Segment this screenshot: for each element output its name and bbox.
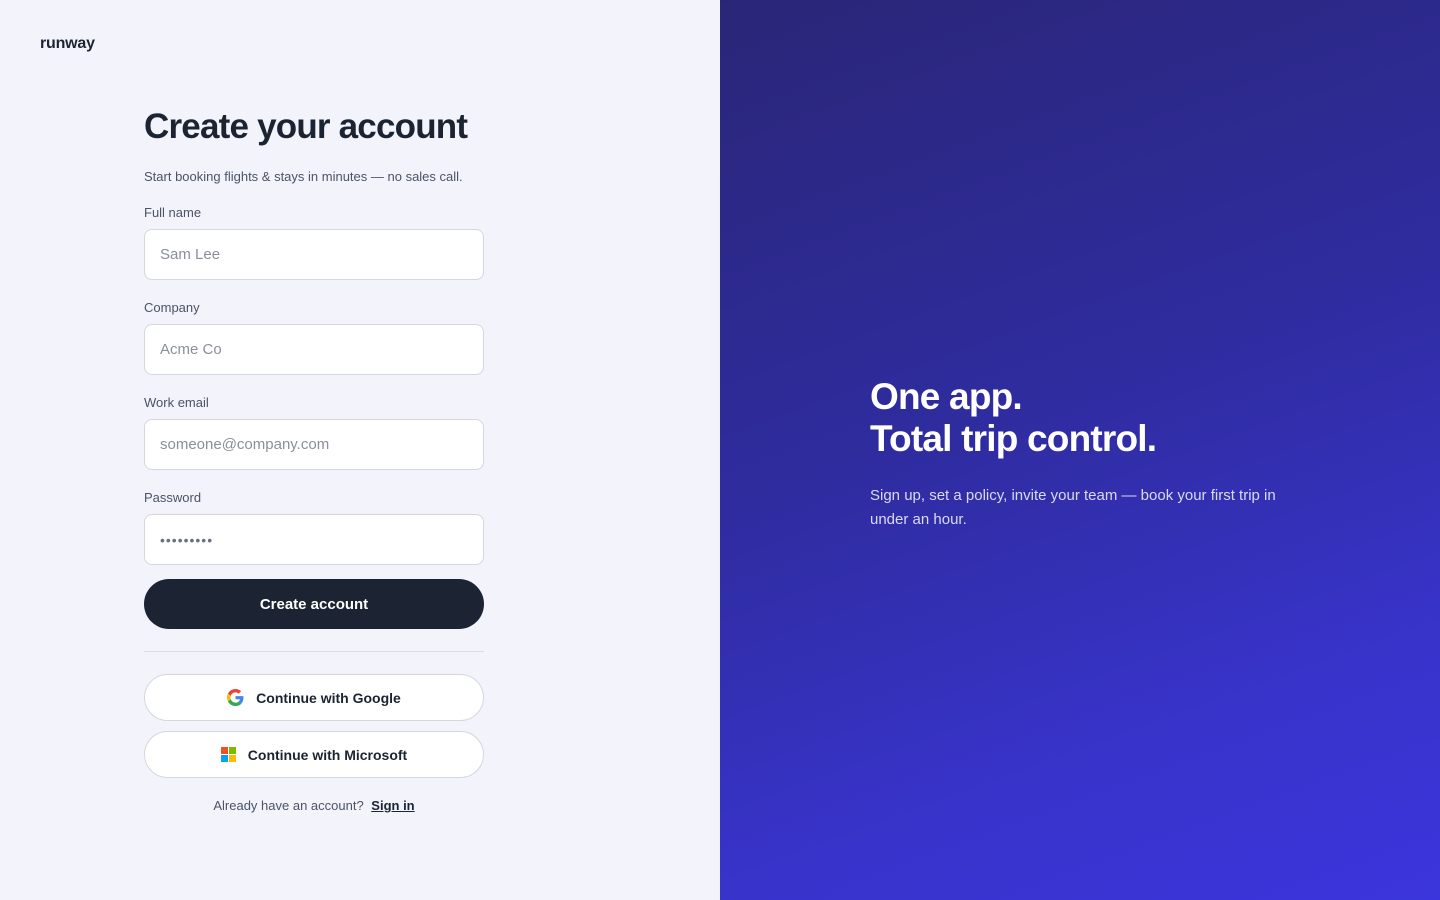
hero-headline: One app. Total trip control. [870,376,1290,460]
sign-in-link[interactable]: Sign in [371,798,414,813]
company-label: Company [144,300,200,315]
page-title: Create your account [144,107,468,146]
microsoft-logo-icon [220,747,236,762]
hero-subtitle: Sign up, set a policy, invite your team … [870,487,1276,528]
hero-headline-line-1: One app. [870,376,1023,417]
hero-headline-line-2: Total trip control. [870,418,1157,459]
signup-panel: runway Create your account Start booking… [0,0,720,900]
google-button-label: Continue with Google [256,689,401,706]
google-g-icon [227,689,244,706]
password-label: Password [144,490,202,505]
divider [144,651,484,652]
work-email-input[interactable] [144,419,484,470]
hero-panel: One app. Total trip control. Sign up, se… [720,0,1440,900]
company-input[interactable] [144,324,484,375]
company-field: Company [144,300,484,375]
password-input[interactable] [144,514,484,565]
full-name-field: Full name [144,205,484,280]
page-subtitle: Start booking flights & stays in minutes… [144,169,463,184]
signup-form: Create your account Start booking flight… [144,108,484,813]
full-name-label: Full name [144,205,202,220]
continue-with-microsoft-button[interactable]: Continue with Microsoft [144,731,484,778]
signin-prompt: Already have an account? Sign in [144,798,484,813]
password-field: Password [144,490,484,565]
signin-prompt-text: Already have an account? [213,798,364,813]
continue-with-google-button[interactable]: Continue with Google [144,674,484,721]
brand-logo[interactable]: runway [40,35,95,53]
create-account-button[interactable]: Create account [144,579,484,629]
full-name-input[interactable] [144,229,484,280]
work-email-field: Work email [144,395,484,470]
microsoft-button-label: Continue with Microsoft [247,746,408,763]
hero-content: One app. Total trip control. Sign up, se… [870,376,1290,532]
work-email-label: Work email [144,395,209,410]
